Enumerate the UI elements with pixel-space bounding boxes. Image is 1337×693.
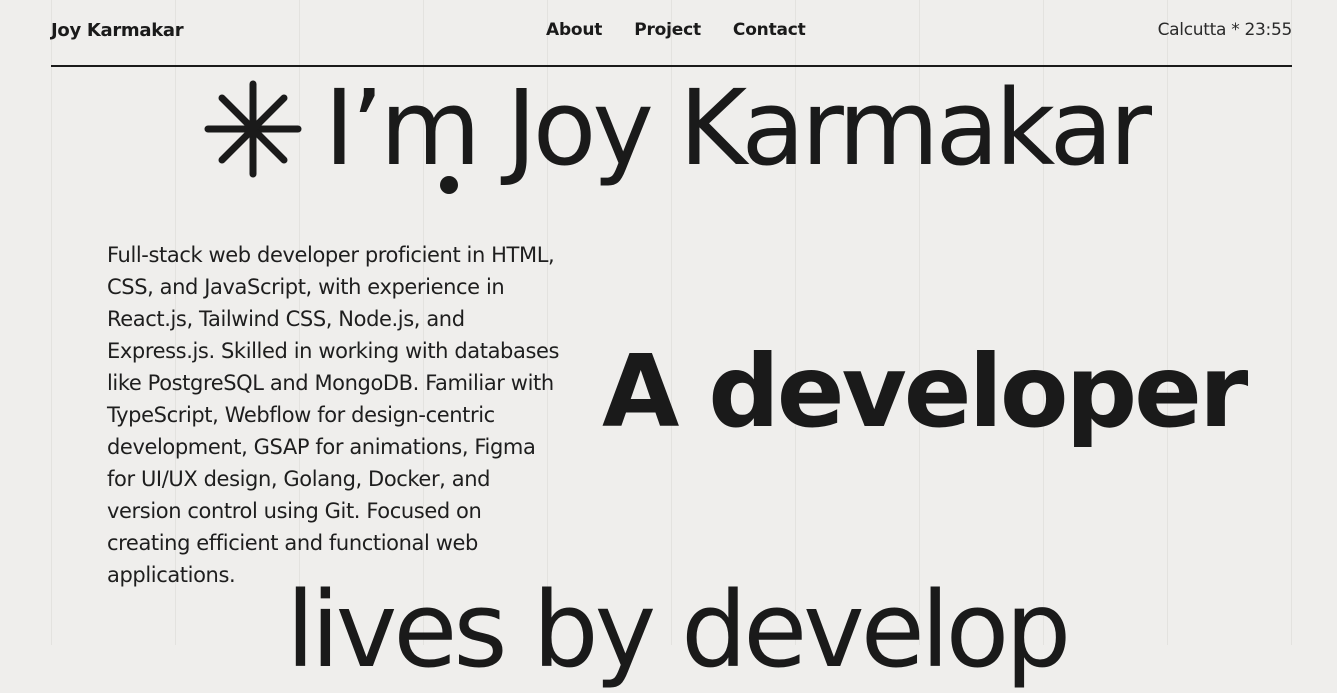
tagline-heading: lives by develop [286, 569, 1071, 691]
nav-link-contact[interactable]: Contact [733, 20, 806, 40]
bio-paragraph: Full-stack web developer proficient in H… [107, 243, 560, 587]
location-clock: Calcutta * 23:55 [1157, 20, 1293, 40]
role-heading: A developer [602, 333, 1248, 450]
nav-link-about[interactable]: About [546, 20, 602, 40]
nav-link-project[interactable]: Project [634, 20, 701, 40]
hero-title: I’m Joy Karmakar [324, 67, 1152, 189]
main-nav: About Project Contact [546, 20, 806, 40]
site-header: Joy Karmakar About Project Contact Calcu… [51, 0, 1292, 67]
cursor-dot [440, 176, 458, 194]
asterisk-icon [204, 80, 302, 178]
site-logo[interactable]: Joy Karmakar [51, 20, 184, 41]
